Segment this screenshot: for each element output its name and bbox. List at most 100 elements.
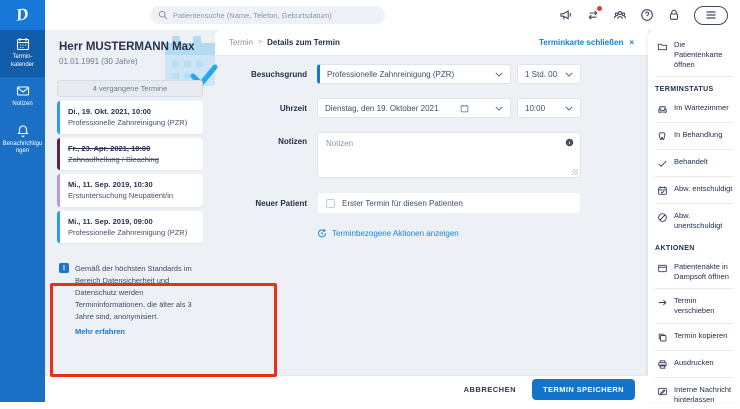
transfer-arrows-icon[interactable] xyxy=(586,5,603,22)
action-termin-verschieben[interactable]: Termin verschieben xyxy=(648,290,740,322)
first-appointment-checkbox-label: Erster Termin für diesen Patienten xyxy=(342,198,463,208)
duration-select[interactable]: 1 Std. 00 xyxy=(517,64,581,84)
past-appointments-header: 4 vergangene Termine xyxy=(57,80,203,97)
status-behandelt[interactable]: Behandelt xyxy=(648,151,740,175)
status-in-behandlung[interactable]: In Behandlung xyxy=(648,124,740,148)
folder-icon xyxy=(657,43,668,51)
appointment-card[interactable]: Di., 19. Okt. 2021, 10:00 Professionelle… xyxy=(57,101,203,134)
besuchsgrund-label: Besuchsgrund xyxy=(250,69,307,79)
sidebar-item-label: Termin-kalender xyxy=(10,54,34,68)
patient-column: Herr MUSTERMANN Max 01.01.1991 (30 Jahre… xyxy=(45,30,215,402)
chevron-down-icon xyxy=(495,72,503,77)
clock-slash-icon xyxy=(658,213,667,223)
status-im-wartezimmer[interactable]: Im Wartezimmer xyxy=(648,97,740,121)
action-patientenakte[interactable]: Patientenakte in Dampsoft öffnen xyxy=(648,256,740,288)
sidebar-item-benachrichtigungen[interactable]: Benachrichtigungen xyxy=(0,117,45,164)
help-icon[interactable] xyxy=(640,8,654,22)
action-interne-nachricht[interactable]: Interne Nachricht hinterlassen xyxy=(648,379,740,402)
chevron-down-icon xyxy=(495,106,503,111)
first-appointment-checkbox[interactable] xyxy=(326,198,335,208)
main-area: Herr MUSTERMANN Max 01.01.1991 (30 Jahre… xyxy=(45,30,740,402)
first-appointment-row: Erster Termin für diesen Patienten xyxy=(317,192,581,214)
patient-record-icon xyxy=(658,264,667,272)
appointment-card[interactable]: Fr., 23. Apr. 2021, 10:00 Zahnaufhellung… xyxy=(57,137,203,170)
divider xyxy=(655,322,733,324)
megaphone-icon[interactable] xyxy=(559,8,573,22)
appointment-card[interactable]: Mi., 11. Sep. 2019, 10:30 Erstuntersuchu… xyxy=(57,174,203,207)
note-icon xyxy=(658,387,667,395)
cancel-button[interactable]: ABBRECHEN xyxy=(464,385,516,394)
chevron-down-icon xyxy=(565,72,573,77)
appointment-form: Besuchsgrund Professionelle Zahnreinigun… xyxy=(215,56,648,238)
date-value: Dienstag, den 19. Oktober 2021 xyxy=(325,103,439,113)
printer-icon xyxy=(658,360,667,369)
action-ausdrucken[interactable]: Ausdrucken xyxy=(648,352,740,376)
divider xyxy=(655,176,733,178)
appointment-actions-link[interactable]: Terminbezogene Aktionen anzeigen xyxy=(317,228,648,238)
appointment-treatment: Professionelle Zahnreinigung (PZR) xyxy=(68,118,188,128)
sidebar-item-notizen[interactable]: Notizen xyxy=(0,77,45,117)
tooth-icon xyxy=(658,132,666,141)
divider xyxy=(655,76,733,78)
appointment-treatment: Erstuntersuchung Neupatient/in xyxy=(68,191,174,201)
time-select[interactable]: 10:00 xyxy=(517,98,581,118)
top-bar xyxy=(45,0,740,30)
status-abw-entschuldigt[interactable]: Abw. entschuldigt xyxy=(648,178,740,202)
notizen-textarea[interactable] xyxy=(318,133,580,177)
notizen-field-wrap xyxy=(317,132,581,178)
patients-group-icon[interactable] xyxy=(613,8,627,22)
privacy-note: i Gemäß der höchsten Standards im Bereic… xyxy=(59,263,203,338)
notizen-label: Notizen xyxy=(278,137,307,146)
breadcrumb-current: Details zum Termin xyxy=(267,38,340,47)
uhrzeit-label: Uhrzeit xyxy=(279,103,307,113)
patient-search[interactable] xyxy=(150,6,385,24)
notification-badge xyxy=(596,5,603,12)
left-sidebar: D Termin-kalender Notizen Benachrichtigu… xyxy=(0,0,45,402)
copy-icon xyxy=(658,333,667,342)
date-picker[interactable]: Dienstag, den 19. Oktober 2021 xyxy=(317,98,511,118)
open-patient-card-button[interactable]: Die Patientenkarte öffnen xyxy=(648,30,740,75)
form-footer: ABBRECHEN TERMIN SPEICHERN xyxy=(45,375,648,402)
past-appointments-list: 4 vergangene Termine Di., 19. Okt. 2021,… xyxy=(57,80,203,243)
divider xyxy=(655,203,733,205)
breadcrumb-parent[interactable]: Termin xyxy=(229,38,253,47)
appointment-date: Mi., 11. Sep. 2019, 10:30 xyxy=(68,180,153,189)
divider xyxy=(655,149,733,151)
resize-handle[interactable] xyxy=(572,169,578,175)
topbar-icons xyxy=(559,5,740,25)
search-input[interactable] xyxy=(173,10,377,20)
action-termin-kopieren[interactable]: Termin kopieren xyxy=(648,325,740,349)
sidebar-item-terminkalender[interactable]: Termin-kalender xyxy=(0,30,45,77)
history-icon xyxy=(318,229,326,238)
terminstatus-title: TERMINSTATUS xyxy=(655,86,714,94)
arrow-right-icon xyxy=(658,300,667,306)
duration-value: 1 Std. 00 xyxy=(525,69,558,79)
aktionen-title: AKTIONEN xyxy=(655,244,695,252)
appointment-date: Mi., 11. Sep. 2019, 09:00 xyxy=(68,216,153,226)
menu-icon[interactable] xyxy=(694,5,728,25)
lock-icon[interactable] xyxy=(667,8,681,22)
appointment-detail-panel: Termin > Details zum Termin Terminkarte … xyxy=(215,30,648,402)
status-abw-unentschuldigt[interactable]: Abw. unentschuldigt xyxy=(648,205,740,237)
besuchsgrund-select[interactable]: Professionelle Zahnreinigung (PZR) xyxy=(317,64,511,84)
appointment-date: Di., 19. Okt. 2021, 10:00 xyxy=(68,107,151,116)
search-icon xyxy=(158,10,168,20)
appointment-card[interactable]: Mi., 11. Sep. 2019, 09:00 Professionelle… xyxy=(57,210,203,243)
save-appointment-button[interactable]: TERMIN SPEICHERN xyxy=(532,378,635,400)
divider xyxy=(655,288,733,290)
info-circle-icon xyxy=(565,138,574,147)
dampsoft-logo-icon[interactable]: D xyxy=(0,0,45,30)
besuchsgrund-value: Professionelle Zahnreinigung (PZR) xyxy=(327,69,455,79)
envelope-icon xyxy=(16,86,29,96)
close-card-label: Terminkarte schließen xyxy=(539,38,624,47)
divider xyxy=(655,376,733,378)
appointment-actions-link-label: Terminbezogene Aktionen anzeigen xyxy=(332,228,459,238)
appointment-treatment: Zahnaufhellung / Bleaching xyxy=(68,154,159,164)
close-appointment-card-button[interactable]: Terminkarte schließen × xyxy=(539,38,634,47)
chevron-down-icon xyxy=(565,106,573,111)
breadcrumb-separator: > xyxy=(258,39,263,46)
privacy-note-text: Gemäß der höchsten Standards im Bereich … xyxy=(75,264,192,321)
learn-more-link[interactable]: Mehr erfahren xyxy=(75,326,203,338)
check-icon xyxy=(658,160,667,168)
patient-birthdate: 01.01.1991 (30 Jahre) xyxy=(59,57,138,66)
